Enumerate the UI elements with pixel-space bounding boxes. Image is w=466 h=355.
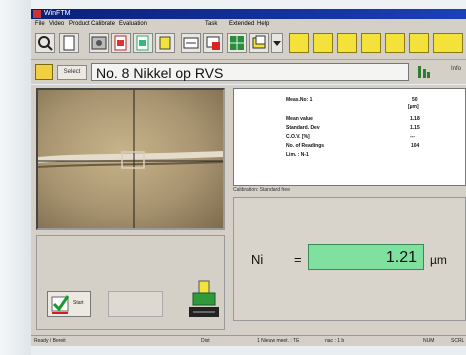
app-icon [33,10,41,18]
measure-tool-icon[interactable] [181,33,201,53]
unit-label: µm [430,253,447,267]
sample-name-field[interactable]: No. 8 Nikkel op RVS [91,63,409,81]
desktop-background [0,0,31,355]
calibration-label: Calibration: Standard free [233,187,290,193]
main-area: Meas.No: 1 50 [µm] Mean value 1.18 Stand… [31,85,466,335]
results-table: Meas.No: 1 50 [µm] Mean value 1.18 Stand… [233,88,466,186]
limit-label: Lim. : N-1 [286,152,309,158]
chart-bars-icon[interactable] [417,64,431,79]
yellow-tool-icon[interactable] [155,33,175,53]
readings-value: 104 [411,143,420,149]
cov-label: C.O.V. [%] [286,134,310,140]
start-button[interactable]: Start [47,291,91,317]
info-label: Info [451,66,462,72]
status-bar: Ready / Bereit Dist 1 Nieuw meet. : TE n… [31,335,466,346]
microscope-image [36,88,225,230]
menu-extended[interactable]: Extended [229,19,254,29]
disabled-button [108,291,163,317]
unit-header: [µm] [408,104,419,110]
menu-help[interactable]: Help [257,19,269,29]
app-frame: WinFTM File Video Product Calibrate Eval… [0,0,466,355]
photo-tool-icon[interactable] [89,33,109,53]
title-bar: WinFTM [31,9,466,19]
meas-no-value: 50 [412,97,418,103]
status-dist: Dist [201,338,210,344]
new-doc-icon[interactable] [59,33,79,53]
mean-value: 1.18 [410,116,420,122]
status-nac: nac : 1 b [325,338,345,344]
status-num: NUM [423,338,435,344]
yellow-slot-icon[interactable] [313,33,333,53]
control-panel: Start [36,235,225,330]
meas-no-label: Meas.No: 1 [286,97,313,103]
window-title: WinFTM [44,10,71,17]
yellow-slot-icon[interactable] [361,33,381,53]
green-doc-icon[interactable] [133,33,153,53]
status-meas: 1 Nieuw meet. : TE [257,338,300,344]
dropdown-icon[interactable] [271,33,283,53]
sample-bar: Select No. 8 Nikkel op RVS Info [31,60,466,84]
desktop-top-strip [31,0,466,9]
menu-bar: File Video Product Calibrate Evaluation … [31,19,466,29]
equals-sign: = [294,252,302,267]
stack-icon[interactable] [249,33,269,53]
start-label: Start [73,300,84,306]
toolbar [31,29,466,60]
yellow-slot-icon[interactable] [289,33,309,53]
menu-calibrate[interactable]: Calibrate [91,19,115,29]
red-flag-icon[interactable] [203,33,223,53]
probe-icon[interactable] [187,279,221,319]
red-doc-icon[interactable] [111,33,131,53]
measurement-panel: Ni = 1.21 µm [233,197,466,321]
std-dev-label: Standard. Dev [286,125,320,131]
element-label: Ni [251,252,264,267]
thickness-value: 1.21 [308,244,424,270]
mean-label: Mean value [286,116,313,122]
product-icon[interactable] [35,64,53,80]
yellow-slot-icon[interactable] [433,33,463,53]
yellow-slot-icon[interactable] [337,33,357,53]
checkmark-icon [51,295,70,314]
select-button[interactable]: Select [57,65,87,80]
menu-file[interactable]: File [35,19,45,29]
status-ready: Ready / Bereit [34,338,66,344]
menu-video[interactable]: Video [49,19,64,29]
menu-product[interactable]: Product [69,19,90,29]
menu-evaluation[interactable]: Evaluation [119,19,147,29]
cov-value: --- [410,134,415,140]
menu-task[interactable]: Task [205,19,217,29]
std-dev-value: 1.15 [410,125,420,131]
yellow-slot-icon[interactable] [409,33,429,53]
green-grid-icon[interactable] [227,33,247,53]
magnifier-icon[interactable] [35,33,55,53]
readings-label: No. of Readings [286,143,325,149]
status-scrl: SCRL [451,338,465,344]
yellow-slot-icon[interactable] [385,33,405,53]
